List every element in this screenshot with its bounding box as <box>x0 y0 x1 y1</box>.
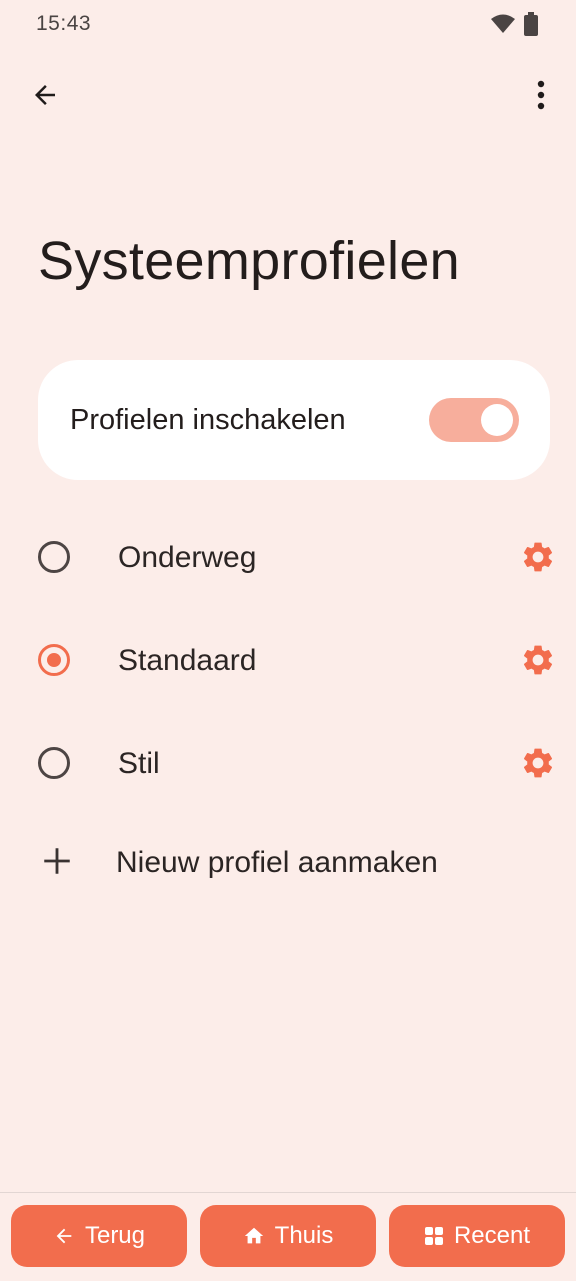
add-profile-label: Nieuw profiel aanmaken <box>116 846 438 879</box>
nav-home-label: Thuis <box>274 1222 334 1249</box>
more-vertical-icon <box>537 80 545 110</box>
arrow-left-icon <box>35 85 55 105</box>
nav-recent-button[interactable]: Recent <box>389 1205 565 1267</box>
profile-label: Stil <box>118 747 160 780</box>
nav-recent-label: Recent <box>453 1222 531 1249</box>
profile-row-onderweg[interactable]: Onderweg <box>0 513 576 603</box>
wifi-icon <box>490 13 516 40</box>
profile-radio[interactable] <box>38 541 70 573</box>
nav-back-button[interactable]: Terug <box>11 1205 187 1267</box>
add-profile-row[interactable]: Nieuw profiel aanmaken <box>0 826 576 902</box>
battery-icon <box>524 12 538 41</box>
app-bar <box>0 60 576 130</box>
back-button[interactable] <box>26 76 64 114</box>
profile-label: Onderweg <box>118 541 257 574</box>
enable-profiles-card[interactable]: Profielen inschakelen <box>38 360 550 480</box>
gear-icon[interactable] <box>520 642 556 678</box>
gear-icon[interactable] <box>520 745 556 781</box>
enable-profiles-label: Profielen inschakelen <box>70 404 346 436</box>
bottom-nav-bar: Terug Thuis Recent <box>0 1192 576 1281</box>
more-options-button[interactable] <box>522 74 560 116</box>
status-bar: 15:43 <box>0 0 576 50</box>
status-time: 15:43 <box>36 12 92 35</box>
arrow-left-icon <box>56 1228 72 1244</box>
profile-radio[interactable] <box>38 747 70 779</box>
plus-icon <box>44 848 70 874</box>
home-icon <box>244 1227 263 1244</box>
nav-home-button[interactable]: Thuis <box>200 1205 376 1267</box>
profile-radio-selected[interactable] <box>38 644 70 676</box>
page-title: Systeemprofielen <box>38 231 461 291</box>
profile-label: Standaard <box>118 644 257 677</box>
nav-back-label: Terug <box>84 1222 146 1249</box>
switch-knob <box>481 404 513 436</box>
gear-icon[interactable] <box>520 539 556 575</box>
enable-profiles-switch[interactable] <box>429 398 519 442</box>
grid-icon <box>424 1227 443 1245</box>
profile-row-stil[interactable]: Stil <box>0 719 576 809</box>
profile-row-standaard[interactable]: Standaard <box>0 616 576 706</box>
